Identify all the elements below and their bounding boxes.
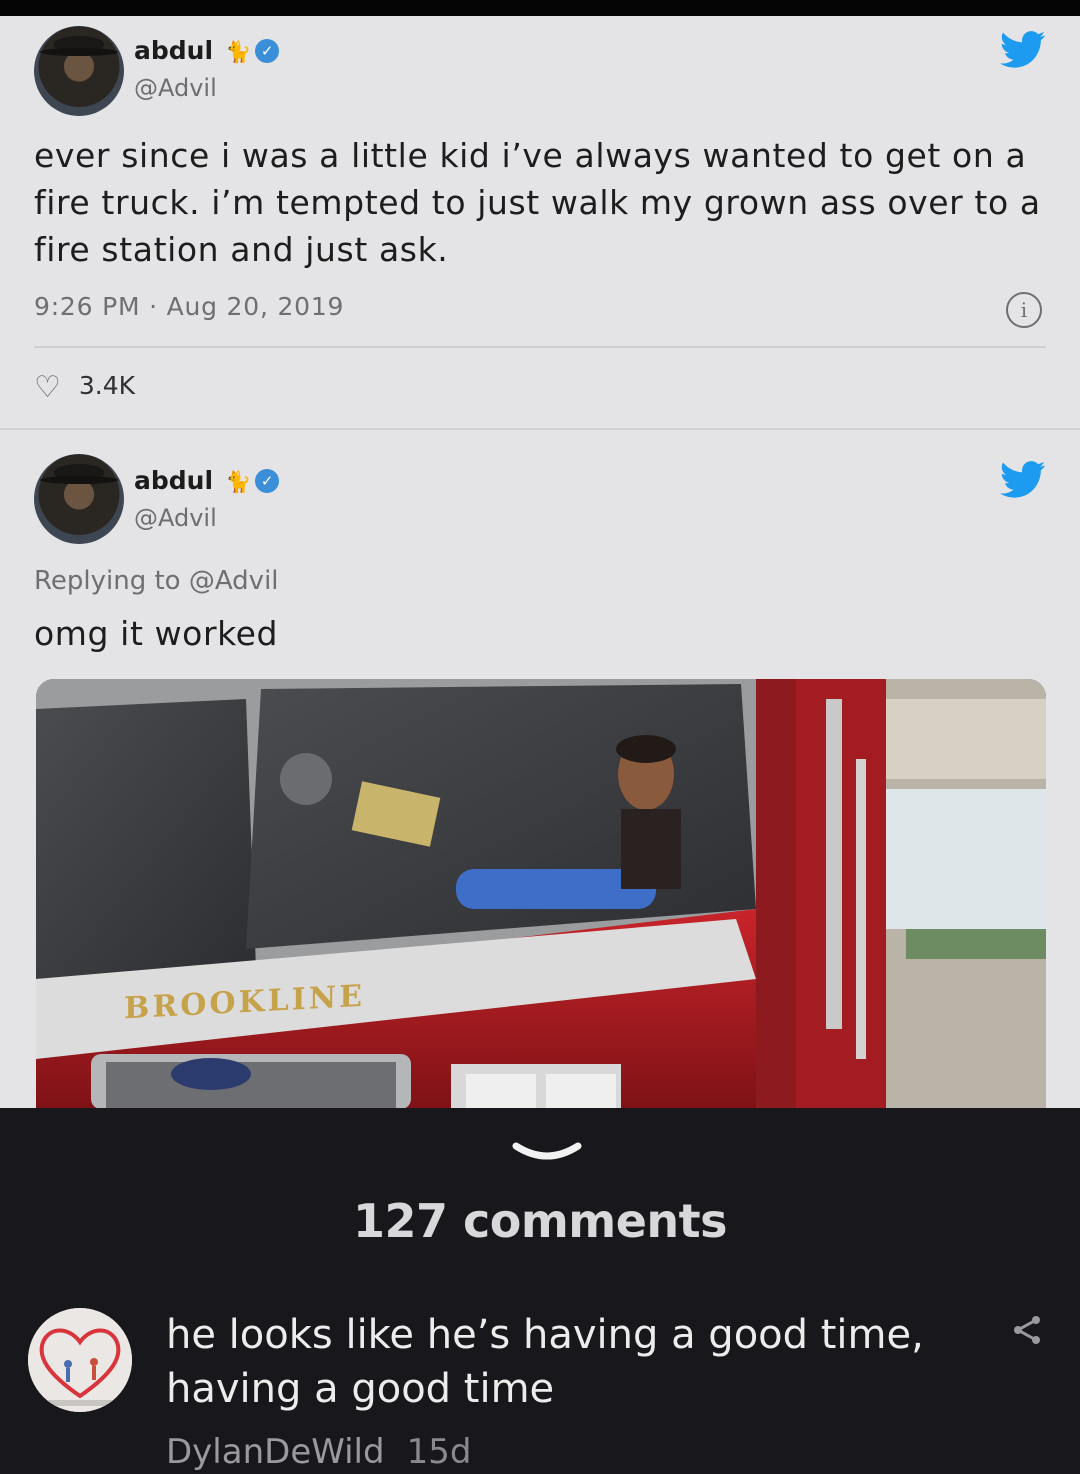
tweet-screenshot: abdul 🐈 ✓ @Advil ever since i was a little… [0, 16, 1080, 1108]
tweet-timestamp: 9:26 PM · Aug 20, 2019 [34, 292, 345, 321]
author-handle: @Advil [134, 74, 217, 102]
comment-text: he looks like he’s having a good time, h… [166, 1312, 924, 1412]
status-bar [0, 0, 1080, 16]
avatar[interactable] [28, 1308, 132, 1412]
replying-to: Replying to @Advil [34, 566, 279, 596]
avatar [34, 454, 124, 544]
comment-meta: DylanDeWild 15d [166, 1432, 471, 1472]
heart-drawing-icon [28, 1308, 132, 1412]
comment-age: 15d [406, 1432, 472, 1472]
comment-username[interactable]: DylanDeWild [166, 1432, 385, 1472]
twitter-bird-icon [1000, 461, 1046, 498]
author-handle: @Advil [134, 504, 217, 532]
comments-count: 127 comments [352, 1194, 728, 1248]
heart-icon: ♡ [34, 370, 61, 405]
cat-emoji-icon: 🐈 [225, 40, 252, 64]
tweet-photo: BROOKLINE [36, 679, 1046, 1108]
info-icon[interactable]: i [1006, 292, 1042, 328]
tweet-text: omg it worked [34, 614, 279, 653]
divider [34, 346, 1046, 348]
author-name: abdul 🐈 ✓ [134, 36, 280, 65]
twitter-bird-icon [1000, 31, 1046, 68]
verified-icon: ✓ [255, 469, 280, 493]
tweet-separator [0, 428, 1080, 430]
avatar [34, 26, 124, 116]
chevron-down-icon[interactable] [512, 1140, 582, 1170]
share-icon[interactable] [1010, 1312, 1046, 1348]
tweet-text: ever since i was a little kid i’ve alway… [34, 136, 1041, 269]
likes-count[interactable]: ♡ 3.4K [34, 370, 135, 405]
verified-icon: ✓ [255, 39, 280, 63]
cat-emoji-icon: 🐈 [225, 470, 252, 494]
fire-truck-image: BROOKLINE [36, 679, 1046, 1108]
author-name: abdul 🐈 ✓ [134, 466, 280, 495]
